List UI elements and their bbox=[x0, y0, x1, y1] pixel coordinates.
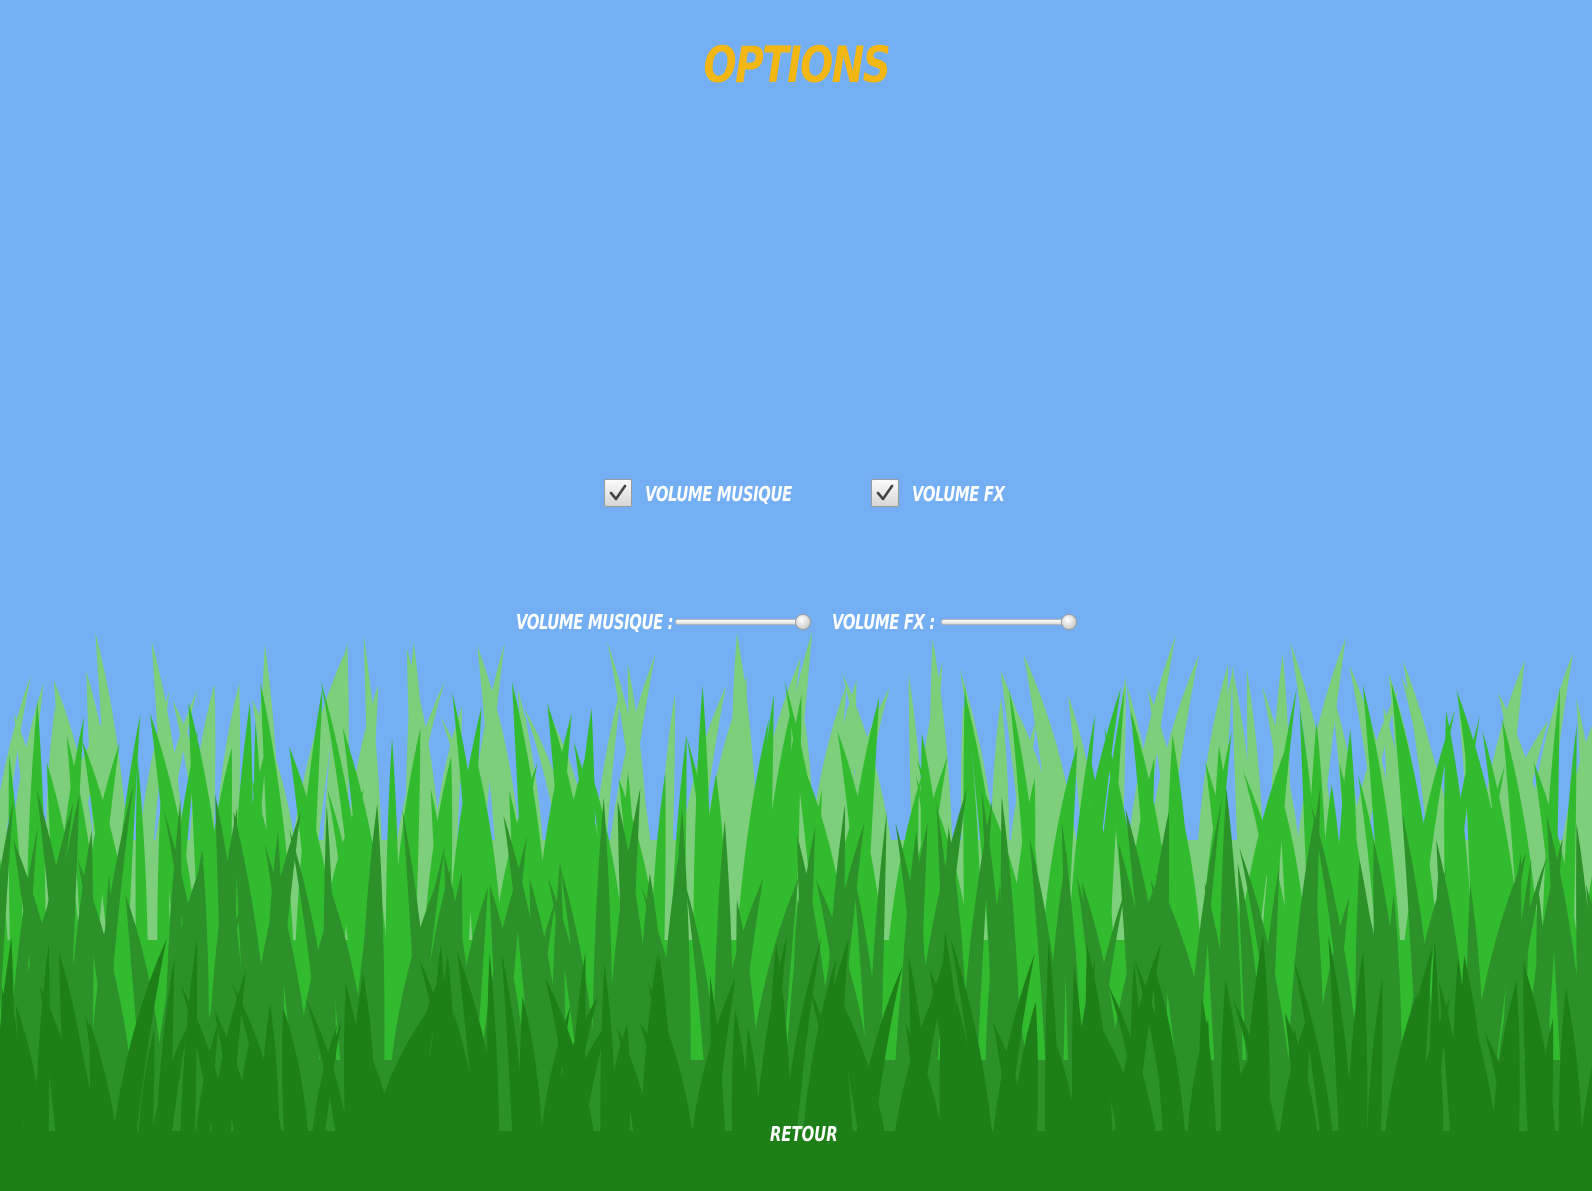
checkmark-icon bbox=[876, 484, 894, 501]
music-volume-slider-label: VOLUME MUSIQUE : bbox=[516, 610, 674, 634]
music-volume-slider-handle[interactable] bbox=[795, 614, 811, 630]
page-title: OPTIONS bbox=[703, 36, 891, 94]
fx-volume-slider-handle[interactable] bbox=[1061, 614, 1077, 630]
grass-background bbox=[0, 630, 1592, 1191]
music-volume-checkbox-label: VOLUME MUSIQUE bbox=[645, 482, 792, 506]
music-volume-slider[interactable] bbox=[675, 619, 810, 625]
back-button[interactable]: RETOUR bbox=[770, 1122, 838, 1146]
fx-volume-slider-label: VOLUME FX : bbox=[832, 610, 935, 634]
music-volume-checkbox[interactable] bbox=[604, 479, 632, 507]
fx-volume-slider[interactable] bbox=[941, 619, 1076, 625]
fx-volume-checkbox[interactable] bbox=[871, 479, 899, 507]
checkmark-icon bbox=[609, 484, 627, 501]
fx-volume-checkbox-label: VOLUME FX bbox=[912, 482, 1005, 506]
